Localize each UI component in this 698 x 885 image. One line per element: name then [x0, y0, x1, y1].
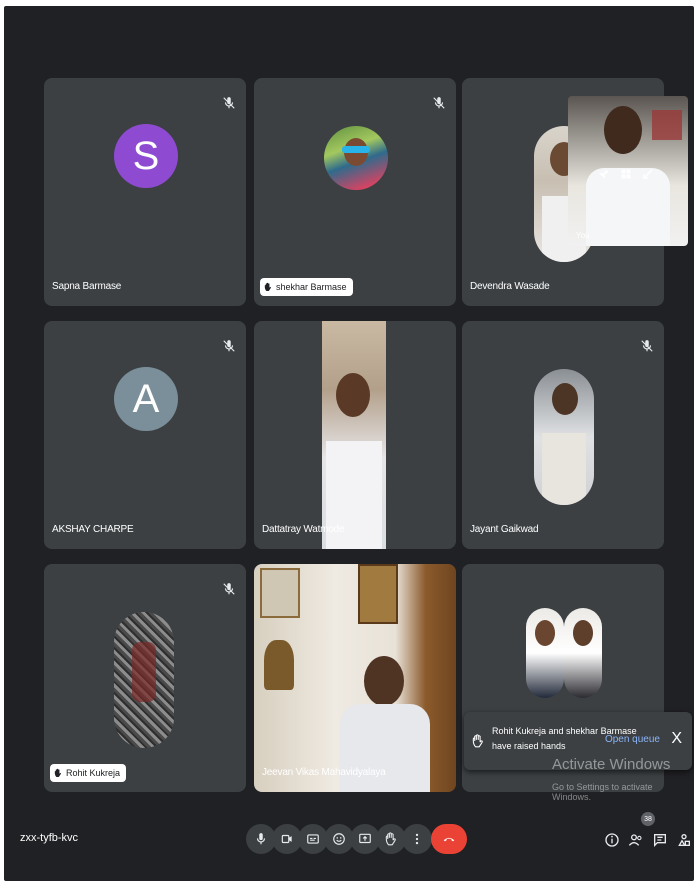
participant-name: Dattatray Watmode [262, 524, 345, 535]
activities-icon[interactable] [676, 832, 692, 848]
avatar-letter: A [132, 376, 160, 421]
raised-hand-icon [264, 282, 271, 291]
self-view-label: You [576, 231, 590, 240]
video-feed [254, 564, 456, 792]
camera-icon [281, 834, 292, 844]
close-notification-button[interactable]: X [671, 730, 682, 748]
pin-icon[interactable] [598, 168, 610, 180]
mic-off-icon [433, 97, 445, 109]
present-icon [359, 833, 371, 844]
avatar-photo [526, 608, 564, 698]
participant-tile-dattatray[interactable]: Dattatray Watmode [254, 321, 456, 549]
mic-off-icon [223, 340, 235, 352]
participant-name: Sapna Barmase [52, 281, 122, 292]
participant-name: shekhar Barmase [276, 282, 347, 292]
participant-tile-sapna[interactable]: S Sapna Barmase [44, 78, 246, 306]
info-icon[interactable] [604, 832, 620, 848]
participant-name: Devendra Wasade [470, 281, 550, 292]
participant-name: Jayant Gaikwad [470, 524, 539, 535]
participant-name: AKSHAY CHARPE [52, 524, 134, 535]
chat-icon[interactable] [652, 832, 668, 848]
layout-icon[interactable] [620, 168, 632, 180]
people-icon[interactable] [628, 832, 644, 848]
participant-tile-akshay[interactable]: A AKSHAY CHARPE [44, 321, 246, 549]
participant-count-badge: 38 [641, 812, 655, 826]
watermark-title: Activate Windows [552, 756, 671, 773]
participant-tile-shekhar[interactable]: shekhar Barmase [254, 78, 456, 306]
avatar-photo [564, 608, 602, 698]
end-call-icon [443, 837, 455, 842]
mic-off-icon [223, 97, 235, 109]
more-icon [415, 833, 419, 845]
meeting-code: zxx-tyfb-kvc [20, 832, 79, 844]
name-pill: Rohit Kukreja [50, 764, 127, 782]
open-queue-link[interactable]: Open queue [605, 734, 660, 745]
meet-window: S Sapna Barmase shekhar Barmase Devendra… [4, 6, 694, 881]
self-view[interactable]: You [568, 96, 688, 246]
avatar-sapna: S [114, 124, 178, 188]
watermark-subtitle: Go to Settings to activate Windows. [552, 782, 653, 802]
captions-icon [307, 834, 319, 844]
raised-hand-icon [54, 768, 61, 777]
emoji-icon [333, 833, 345, 845]
avatar-photo [534, 369, 594, 505]
avatar-letter: S [132, 133, 160, 178]
video-feed [322, 321, 386, 549]
avatar-photo [114, 612, 174, 748]
raised-hand-icon [472, 734, 483, 748]
participant-tile-rohit[interactable]: Rohit Kukreja [44, 564, 246, 792]
participant-tile-jeevan[interactable]: Jeevan Vikas Mahavidyalaya [254, 564, 456, 792]
minimize-icon[interactable] [642, 168, 654, 180]
mic-icon [256, 833, 266, 845]
avatar-photo [324, 126, 388, 190]
more-options-button[interactable] [402, 824, 432, 854]
raise-hand-icon [385, 832, 396, 846]
leave-call-button[interactable] [431, 824, 467, 854]
avatar-akshay: A [114, 367, 178, 431]
name-pill: shekhar Barmase [260, 278, 353, 296]
mic-off-icon [223, 583, 235, 595]
participant-tile-jayant[interactable]: Jayant Gaikwad [462, 321, 664, 549]
mic-off-icon [641, 340, 653, 352]
participant-name: Rohit Kukreja [66, 768, 121, 778]
participant-name: Jeevan Vikas Mahavidyalaya [262, 767, 386, 778]
